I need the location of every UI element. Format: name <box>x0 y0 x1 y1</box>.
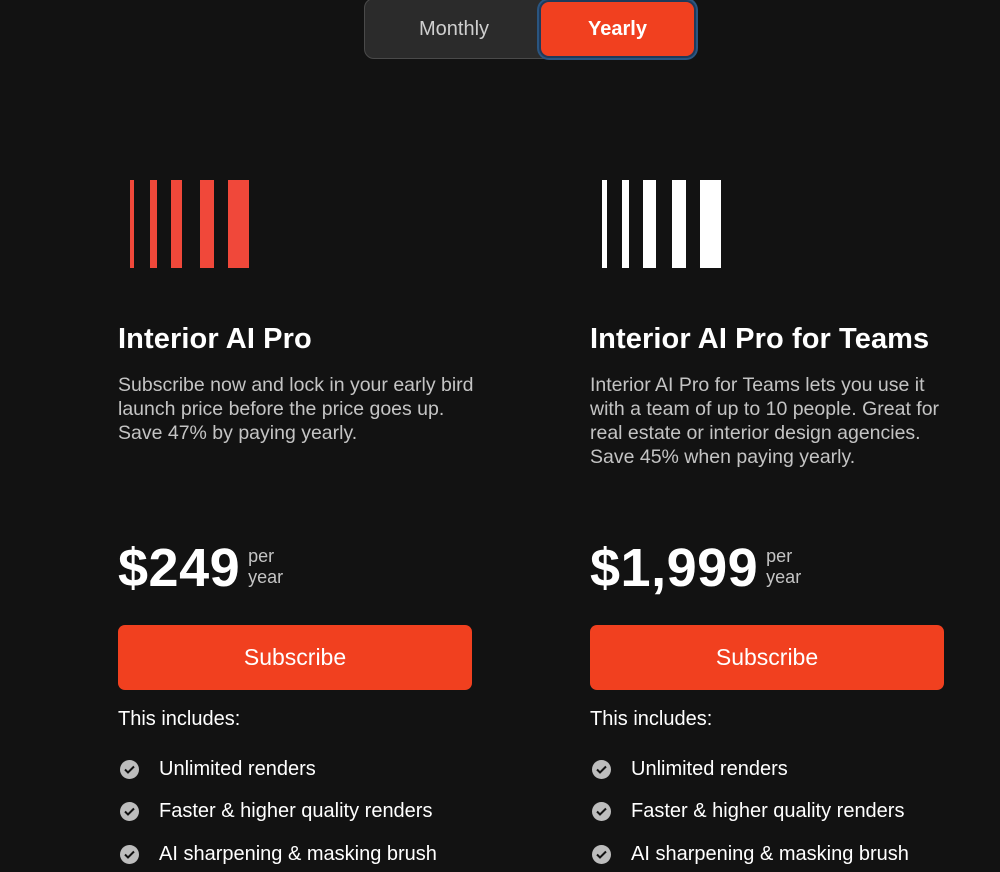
feature-label: Faster & higher quality renders <box>159 800 433 823</box>
price-unit: per year <box>248 546 283 588</box>
plan-description: Subscribe now and lock in your early bir… <box>118 374 474 444</box>
check-circle-icon <box>592 802 611 822</box>
yearly-toggle-button[interactable]: Yearly <box>541 2 694 56</box>
price-amount: $1,999 <box>590 538 759 598</box>
price-unit-year: year <box>766 567 802 587</box>
plan-card-pro: Interior AI Pro Subscribe now and lock i… <box>118 176 474 865</box>
price-row: $249 per year <box>118 538 283 598</box>
includes-heading: This includes: <box>590 708 713 730</box>
feature-label: Unlimited renders <box>159 757 316 780</box>
monthly-toggle-button[interactable]: Monthly <box>369 2 539 56</box>
billing-period-toggle: Monthly Yearly <box>364 0 697 59</box>
plan-description: Interior AI Pro for Teams lets you use i… <box>590 374 940 468</box>
check-circle-icon <box>120 759 139 779</box>
price-unit-per: per <box>766 546 793 566</box>
pricing-page: Monthly Yearly Interior AI Pro Subscribe… <box>0 0 1000 872</box>
price-unit: per year <box>766 546 801 588</box>
price-row: $1,999 per year <box>590 538 801 598</box>
vertical-bars-logo <box>130 176 472 268</box>
feature-item: AI sharpening & masking brush <box>590 833 909 872</box>
plan-title: Interior AI Pro <box>118 323 312 355</box>
vertical-bars-logo <box>602 176 944 268</box>
includes-heading: This includes: <box>118 708 241 730</box>
check-circle-icon <box>120 802 139 822</box>
feature-label: Unlimited renders <box>631 757 788 780</box>
feature-item: Faster & higher quality renders <box>590 791 909 834</box>
price-amount: $249 <box>118 538 241 598</box>
feature-label: Faster & higher quality renders <box>631 800 905 823</box>
feature-list: Unlimited renders Faster & higher qualit… <box>590 748 909 872</box>
check-circle-icon <box>592 759 611 779</box>
feature-list: Unlimited renders Faster & higher qualit… <box>118 748 437 872</box>
plan-card-teams: Interior AI Pro for Teams Interior AI Pr… <box>590 176 944 865</box>
check-circle-icon <box>592 844 611 864</box>
feature-item: AI sharpening & masking brush <box>118 833 437 872</box>
feature-item: Faster & higher quality renders <box>118 791 437 834</box>
feature-item: Unlimited renders <box>590 748 909 791</box>
price-unit-per: per <box>248 546 275 566</box>
feature-label: AI sharpening & masking brush <box>631 842 909 865</box>
feature-item: Unlimited renders <box>118 748 437 791</box>
price-unit-year: year <box>248 567 284 587</box>
check-circle-icon <box>120 844 139 864</box>
feature-label: AI sharpening & masking brush <box>159 842 437 865</box>
subscribe-button[interactable]: Subscribe <box>118 625 472 690</box>
subscribe-button[interactable]: Subscribe <box>590 625 944 690</box>
plan-title: Interior AI Pro for Teams <box>590 323 930 355</box>
